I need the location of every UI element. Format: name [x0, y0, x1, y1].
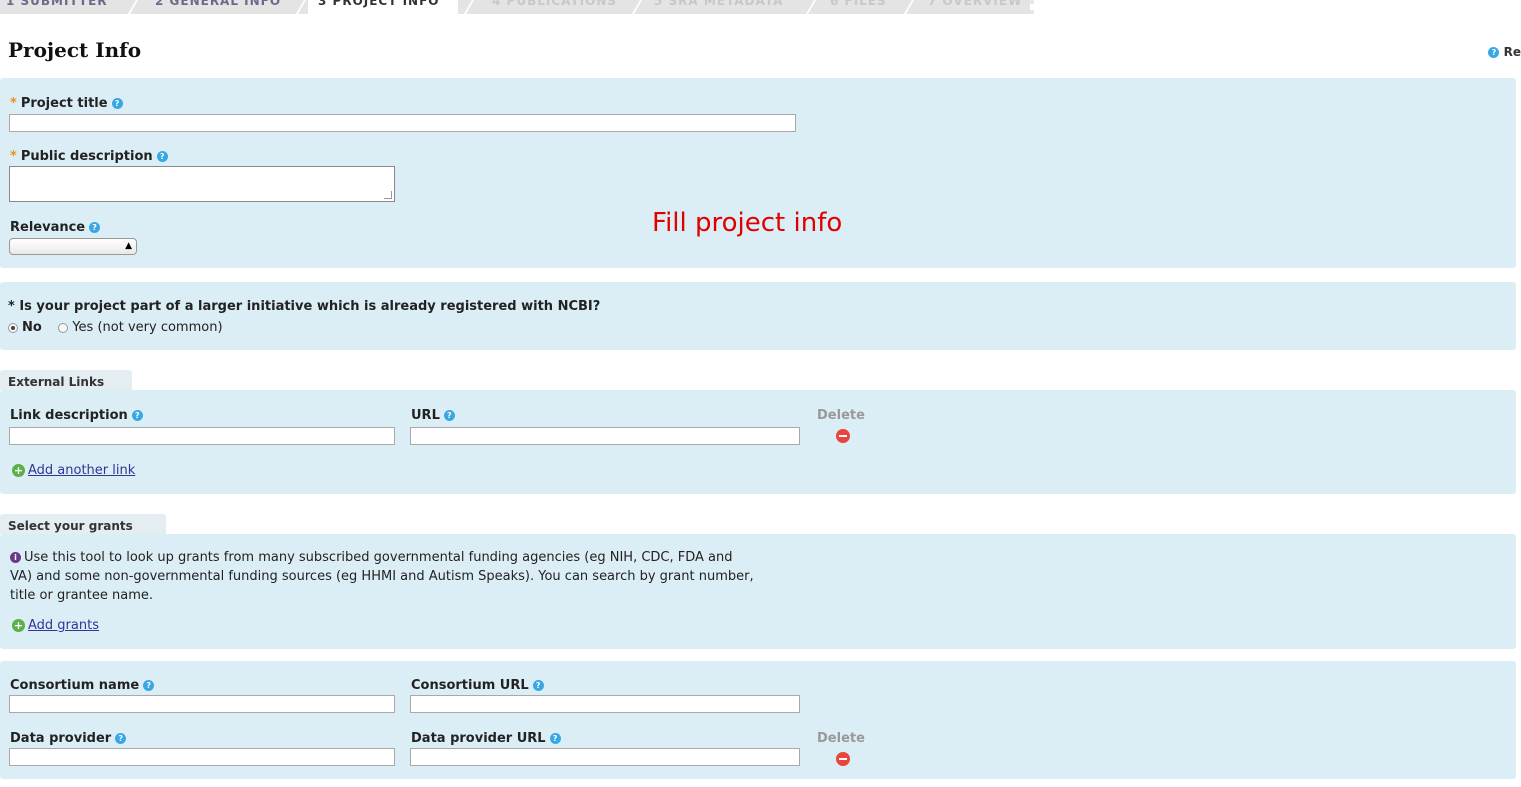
resize-grip-icon[interactable]	[384, 191, 392, 199]
grants-info: i Use this tool to look up grants from ma…	[10, 548, 755, 605]
data-provider-url-label: Data provider URL?	[411, 731, 561, 746]
radio-button-icon[interactable]	[58, 322, 69, 333]
question-circle-icon[interactable]: ?	[115, 733, 127, 744]
radio-no-label: No	[22, 320, 42, 335]
consortium-url-input[interactable]	[410, 695, 800, 713]
data-provider-url-input[interactable]	[410, 748, 800, 766]
question-circle-icon[interactable]: ?	[131, 410, 143, 421]
consortium-name-label: Consortium name?	[10, 678, 155, 693]
external-links-legend: External Links	[0, 370, 132, 390]
link-description-input[interactable]	[9, 427, 395, 445]
initiative-panel: * Is your project part of a larger initi…	[0, 282, 1516, 350]
question-circle-icon[interactable]: ?	[549, 733, 561, 744]
consortium-url-label: Consortium URL?	[411, 678, 544, 693]
tab-overview: 7 OVERVIEW	[928, 0, 1023, 8]
plus-circle-icon[interactable]: +	[12, 464, 25, 477]
delete-label: Delete	[817, 731, 865, 746]
tab-separator	[295, 0, 307, 14]
add-another-link[interactable]: + Add another link	[12, 463, 135, 478]
data-provider-input[interactable]	[9, 748, 395, 766]
project-panel: * Project title? * Public description? Rel…	[0, 78, 1516, 268]
select-arrows-icon: ▲	[125, 241, 132, 251]
tab-project-info[interactable]: 3 PROJECT INFO	[308, 0, 458, 14]
initiative-options: No Yes (not very common)	[8, 320, 223, 335]
add-grants-text[interactable]: Add grants	[28, 618, 99, 633]
tabs-end	[1030, 0, 1040, 14]
project-title-input[interactable]	[9, 114, 796, 132]
grants-info-text: Use this tool to look up grants from man…	[10, 550, 754, 603]
info-circle-icon: i	[10, 552, 21, 563]
url-label-text: URL	[411, 408, 440, 423]
link-description-label: Link description?	[10, 408, 143, 423]
tab-submitter[interactable]: 1 SUBMITTER	[6, 0, 108, 14]
radio-yes[interactable]: Yes (not very common)	[58, 320, 223, 335]
tab-separator	[903, 0, 915, 14]
question-circle-icon[interactable]: ?	[532, 680, 544, 691]
public-description-label-text: Public description	[20, 149, 153, 164]
tab-separator	[463, 0, 475, 14]
question-circle-icon[interactable]: ?	[443, 410, 455, 421]
consortium-name-label-text: Consortium name	[10, 678, 140, 693]
initiative-question: * Is your project part of a larger initi…	[8, 299, 601, 314]
minus-circle-icon[interactable]	[836, 752, 850, 766]
tab-sra-metadata: 5 SRA METADATA	[654, 0, 784, 8]
help-link-text: Re	[1503, 45, 1521, 59]
tab-general-info[interactable]: 2 GENERAL INFO	[155, 0, 281, 14]
delete-label: Delete	[817, 408, 865, 423]
tab-separator	[631, 0, 643, 14]
minus-circle-icon[interactable]	[836, 429, 850, 443]
question-circle-icon: ?	[1488, 47, 1500, 58]
consortium-panel: Consortium name? Consortium URL? Data pr…	[0, 661, 1516, 779]
required-marker: *	[10, 96, 17, 111]
page-title: Project Info	[8, 38, 142, 62]
help-link[interactable]: ? Re	[1484, 45, 1521, 59]
data-provider-url-label-text: Data provider URL	[411, 731, 546, 746]
data-provider-label-text: Data provider	[10, 731, 112, 746]
question-circle-icon[interactable]: ?	[143, 680, 155, 691]
tab-publications: 4 PUBLICATIONS	[492, 0, 618, 8]
consortium-url-label-text: Consortium URL	[411, 678, 529, 693]
tab-separator	[805, 0, 817, 14]
add-grants[interactable]: + Add grants	[12, 618, 99, 633]
radio-button-icon[interactable]	[8, 322, 18, 333]
relevance-label: Relevance?	[10, 220, 101, 235]
question-circle-icon[interactable]: ?	[111, 98, 123, 109]
external-links-panel: Link description? URL? Delete + Add anoth…	[0, 390, 1516, 494]
required-marker: *	[10, 149, 17, 164]
plus-circle-icon[interactable]: +	[12, 619, 25, 632]
question-circle-icon[interactable]: ?	[89, 222, 101, 233]
add-another-link-text[interactable]: Add another link	[28, 463, 135, 478]
radio-no[interactable]: No	[8, 320, 42, 335]
grants-legend: Select your grants	[0, 514, 166, 534]
consortium-name-input[interactable]	[9, 695, 395, 713]
relevance-select[interactable]: ▲	[9, 238, 137, 255]
public-description-textarea[interactable]	[9, 166, 395, 202]
tab-files: 6 FILES	[830, 0, 887, 8]
wizard-tabs: 1 SUBMITTER 2 GENERAL INFO 3 PROJECT INF…	[0, 0, 1040, 14]
question-circle-icon[interactable]: ?	[156, 151, 168, 162]
tab-separator	[127, 0, 139, 14]
project-title-label: * Project title?	[10, 96, 123, 111]
link-description-label-text: Link description	[10, 408, 128, 423]
url-input[interactable]	[410, 427, 800, 445]
data-provider-label: Data provider?	[10, 731, 127, 746]
relevance-label-text: Relevance	[10, 220, 86, 235]
radio-yes-label: Yes (not very common)	[72, 320, 223, 335]
project-title-label-text: Project title	[20, 96, 108, 111]
public-description-label: * Public description?	[10, 149, 168, 164]
annotation-text: Fill project info	[652, 208, 843, 238]
url-label: URL?	[411, 408, 455, 423]
